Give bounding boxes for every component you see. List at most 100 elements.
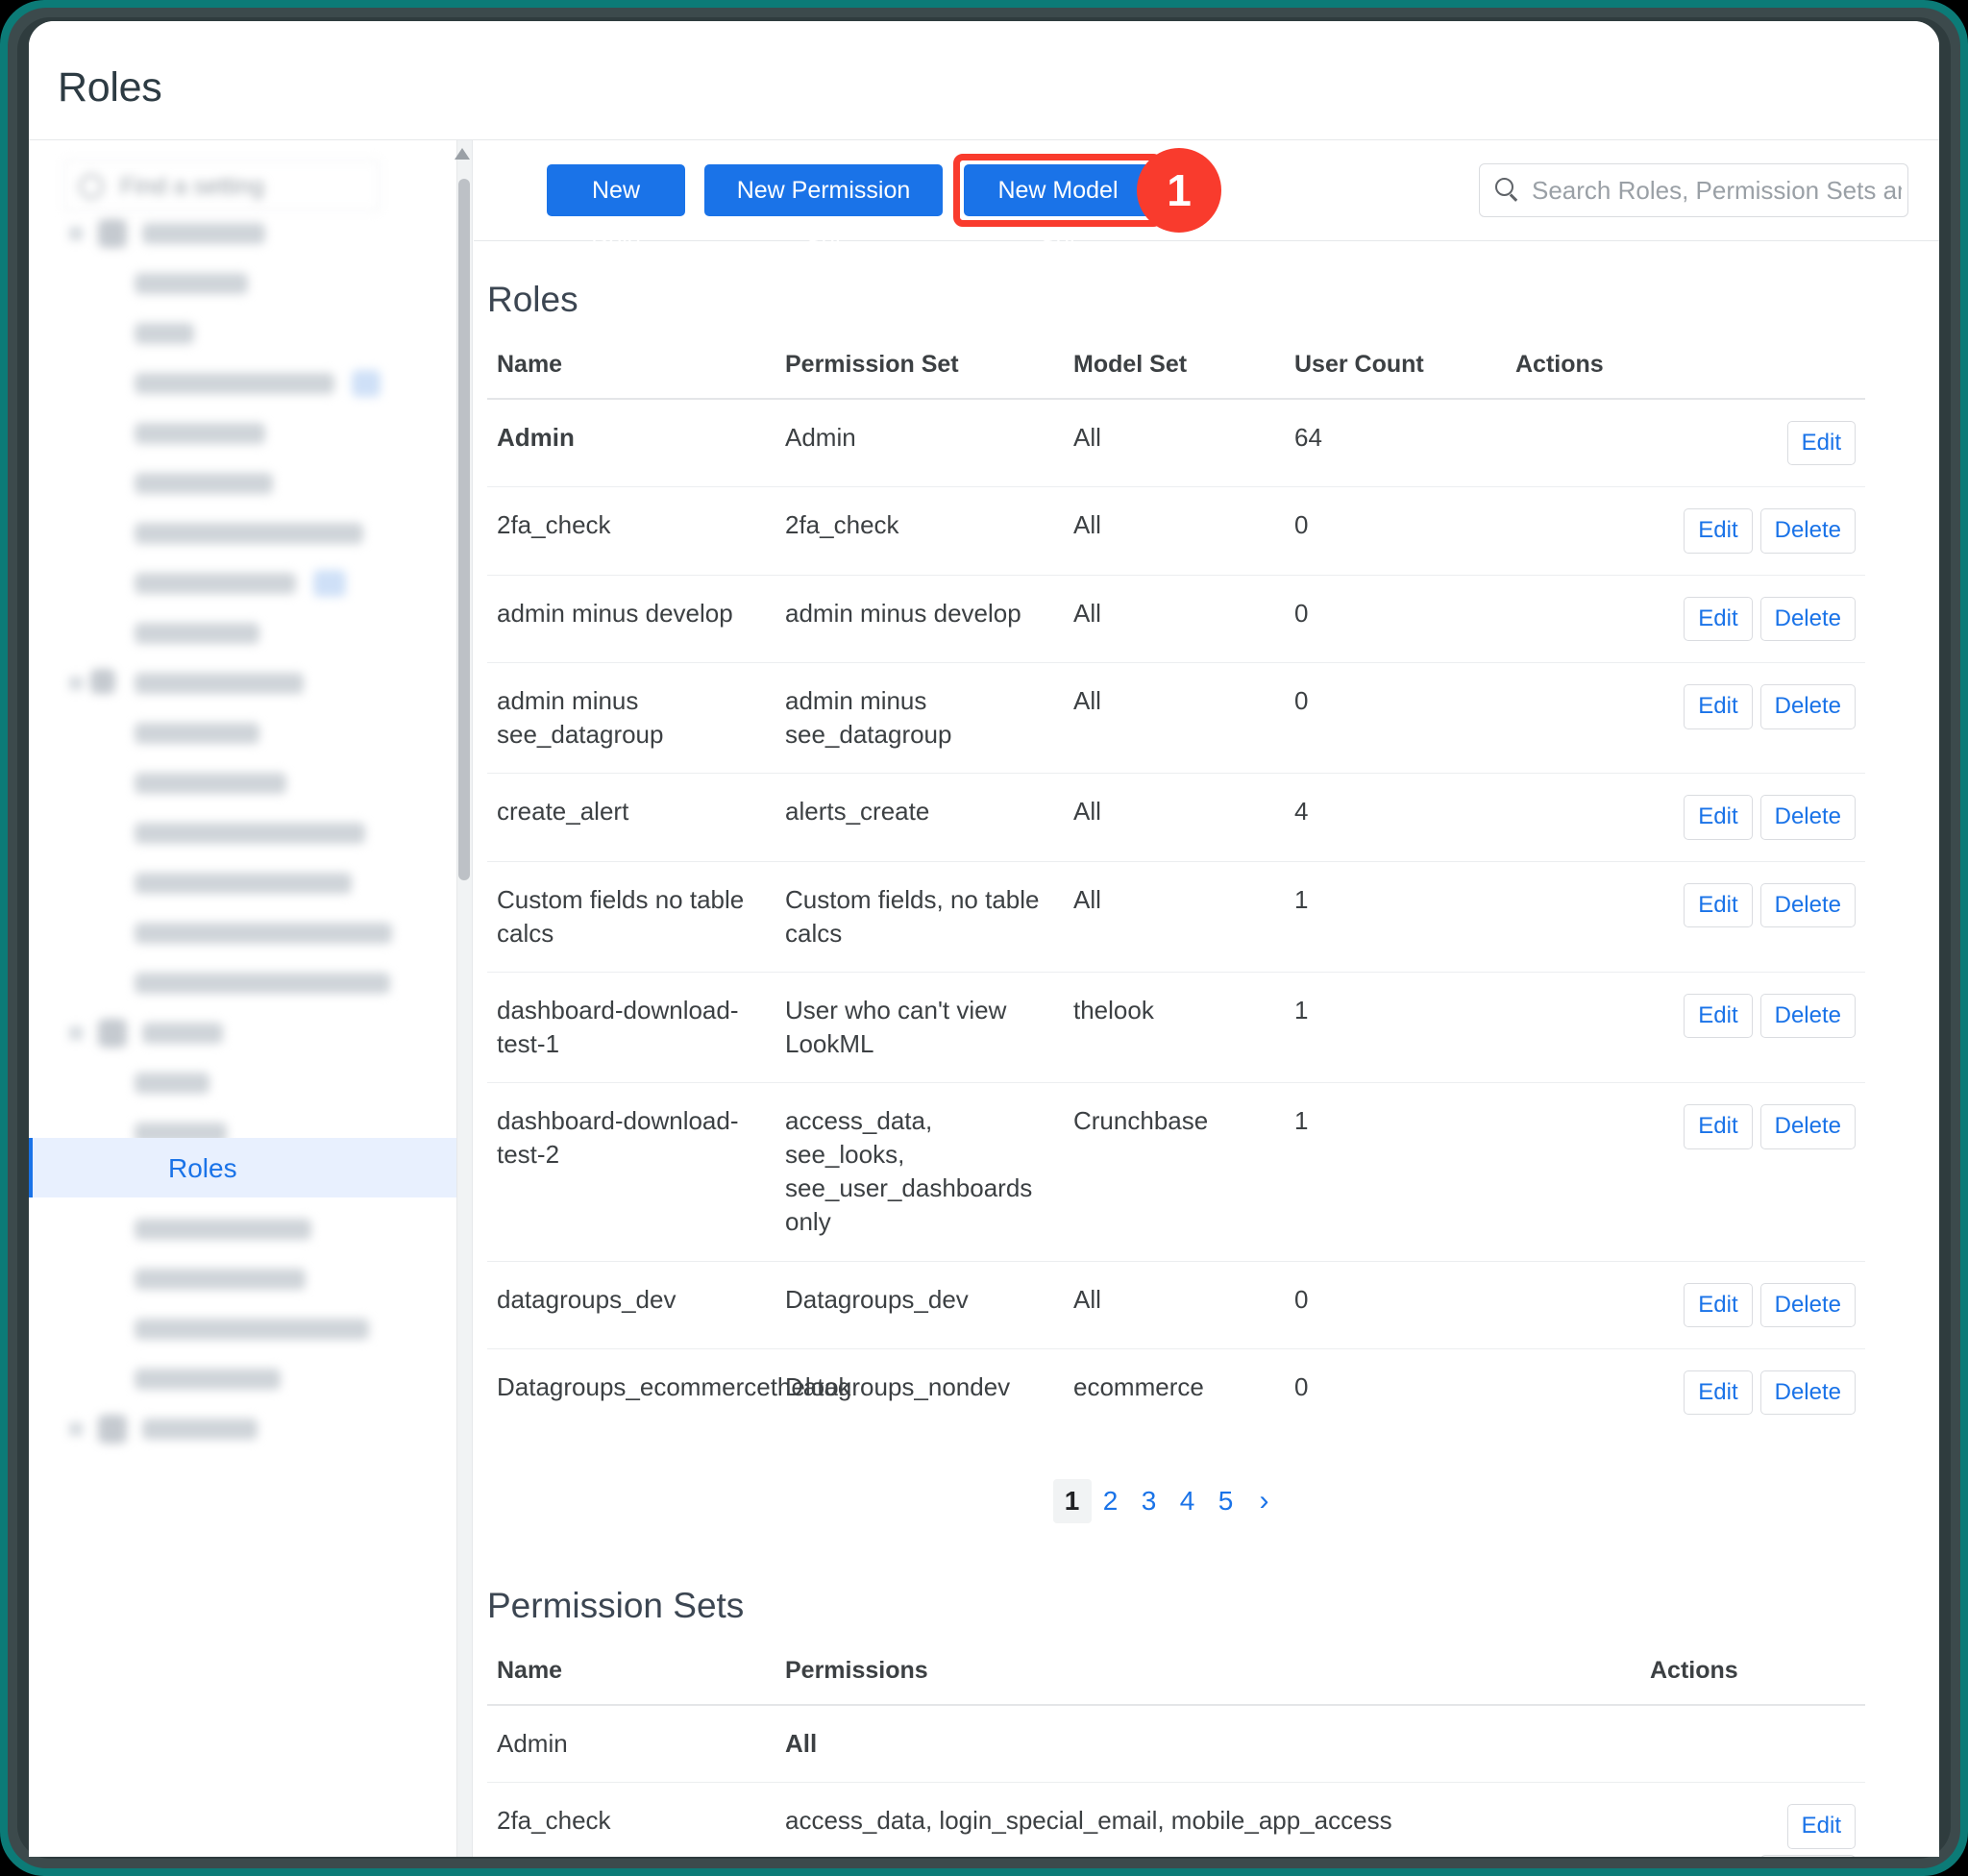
pagination-page-1[interactable]: 1 xyxy=(1053,1479,1092,1523)
permission-set-link-cell[interactable]: Datagroups_nondev xyxy=(775,1348,1064,1436)
sidebar-item-login-lockouts[interactable] xyxy=(29,1359,473,1399)
delete-button[interactable]: Delete xyxy=(1760,795,1856,839)
permission-set-link-cell[interactable]: Datagroups_dev xyxy=(775,1261,1064,1348)
edit-button[interactable]: Edit xyxy=(1787,1804,1856,1848)
device-frame-outer: Roles Find a setting xyxy=(0,0,1968,1876)
user-count-cell: 0 xyxy=(1285,1261,1506,1348)
sidebar-item-localization[interactable] xyxy=(29,613,473,654)
delete-button[interactable]: Delete xyxy=(1760,508,1856,553)
pagination-page-5[interactable]: 5 xyxy=(1207,1479,1245,1523)
model-set-link-cell[interactable]: All xyxy=(1064,774,1285,861)
edit-button[interactable]: Edit xyxy=(1684,994,1752,1038)
new-role-button[interactable]: New Role xyxy=(547,164,685,216)
sidebar-group-system-activity[interactable] xyxy=(29,663,473,704)
edit-button[interactable]: Edit xyxy=(1684,1370,1752,1415)
model-set-link-cell[interactable]: All xyxy=(1064,1261,1285,1348)
delete-button[interactable]: Delete xyxy=(1760,1104,1856,1148)
sidebar-item-users[interactable] xyxy=(29,1063,473,1103)
permission-set-link-cell[interactable]: admin minus see_datagroup xyxy=(775,663,1064,774)
content-scroll-area[interactable]: Roles Name Permission Set Model Set User… xyxy=(474,241,1939,1857)
table-row: dashboard-download-test-2access_data, se… xyxy=(487,1083,1865,1261)
edit-button[interactable]: Edit xyxy=(1787,421,1856,465)
edit-button[interactable]: Edit xyxy=(1684,883,1752,927)
delete-button[interactable]: Delete xyxy=(1760,883,1856,927)
model-set-link-cell[interactable]: All xyxy=(1064,575,1285,662)
sidebar-scrollbar-thumb[interactable] xyxy=(458,179,470,880)
sidebar-item-content-access[interactable] xyxy=(29,1209,473,1249)
user-count-cell: 0 xyxy=(1285,1348,1506,1436)
page-title: Roles xyxy=(58,64,161,111)
new-model-set-button[interactable]: New Model Set xyxy=(964,164,1152,216)
model-set-link-cell[interactable]: All xyxy=(1064,487,1285,575)
sidebar-item-instance-performance[interactable] xyxy=(29,863,473,903)
sidebar-item-labs[interactable] xyxy=(29,313,473,354)
model-set-link-cell[interactable]: All xyxy=(1064,399,1285,487)
delete-button[interactable]: Delete xyxy=(1760,994,1856,1038)
edit-button[interactable]: Edit xyxy=(1684,795,1752,839)
sidebar-item-settings[interactable] xyxy=(29,263,473,304)
permission-set-link-cell[interactable]: alerts_create xyxy=(775,774,1064,861)
permission-set-link-cell[interactable]: admin minus develop xyxy=(775,575,1064,662)
sidebar-item-user-attributes[interactable] xyxy=(29,1259,473,1299)
sidebar-item-errors-and-broken-content[interactable] xyxy=(29,963,473,1003)
scroll-up-arrow-icon[interactable] xyxy=(455,148,470,160)
pagination-next-icon[interactable]: › xyxy=(1245,1478,1284,1524)
permission-set-link-cell[interactable]: access_data, see_looks, see_user_dashboa… xyxy=(775,1083,1064,1261)
model-set-link-cell[interactable]: ecommerce xyxy=(1064,1348,1285,1436)
column-header-user-count: User Count xyxy=(1285,351,1506,399)
pagination-page-4[interactable]: 4 xyxy=(1168,1479,1207,1523)
ps-column-header-actions: Actions xyxy=(1640,1657,1865,1705)
edit-button[interactable]: Edit xyxy=(1684,684,1752,728)
permission-set-link-cell[interactable]: 2fa_check xyxy=(775,487,1064,575)
table-row: create_alertalerts_createAll4EditDelete xyxy=(487,774,1865,861)
pagination-page-3[interactable]: 3 xyxy=(1130,1479,1168,1523)
roles-pagination[interactable]: 12345› xyxy=(474,1478,1939,1524)
delete-button[interactable]: Delete xyxy=(1760,597,1856,641)
user-count-cell: 1 xyxy=(1285,972,1506,1082)
annotation-step-badge: 1 xyxy=(1137,148,1221,233)
sidebar-item-homepage[interactable] xyxy=(29,413,473,454)
model-set-link-cell[interactable]: Crunchbase xyxy=(1064,1083,1285,1261)
delete-button[interactable]: Delete xyxy=(1760,1855,1856,1857)
permission-set-link-cell[interactable]: Custom fields, no table calcs xyxy=(775,861,1064,972)
sidebar-item-legacy-features[interactable] xyxy=(29,363,473,404)
sidebar-item-database-performance[interactable] xyxy=(29,813,473,853)
permission-set-name-cell: Admin xyxy=(487,1705,775,1783)
sidebar-item-content-activity[interactable] xyxy=(29,763,473,803)
permission-set-link-cell[interactable]: User who can't view LookML xyxy=(775,972,1064,1082)
permission-sets-table: Name Permissions Actions AdminAll2fa_che… xyxy=(487,1657,1865,1857)
pagination-page-2[interactable]: 2 xyxy=(1092,1479,1130,1523)
delete-button[interactable]: Delete xyxy=(1760,1370,1856,1415)
settings-sidebar[interactable]: Find a setting xyxy=(29,140,473,1857)
row-actions-cell: EditDelete xyxy=(1506,575,1865,662)
sidebar-group-database[interactable] xyxy=(29,1409,473,1449)
sidebar-group-users[interactable] xyxy=(29,1013,473,1053)
sidebar-item-internal-help-resources[interactable] xyxy=(29,513,473,554)
sidebar-item-roles[interactable] xyxy=(29,1138,473,1197)
permissions-cell: All xyxy=(775,1705,1640,1783)
delete-button[interactable]: Delete xyxy=(1760,1283,1856,1327)
sidebar-item-support-access[interactable] xyxy=(29,563,473,604)
sidebar-group-general[interactable] xyxy=(29,213,473,254)
table-row: admin minus see_datagroupadmin minus see… xyxy=(487,663,1865,774)
new-permission-set-button[interactable]: New Permission Set xyxy=(704,164,943,216)
sidebar-item-private-label[interactable] xyxy=(29,463,473,504)
edit-button[interactable]: Edit xyxy=(1684,1283,1752,1327)
sidebar-item-custom-welcome-email[interactable] xyxy=(29,1309,473,1349)
model-set-link-cell[interactable]: All xyxy=(1064,663,1285,774)
model-set-link-cell[interactable]: All xyxy=(1064,861,1285,972)
sidebar-item-performance-recommender[interactable] xyxy=(29,913,473,953)
edit-button[interactable]: Edit xyxy=(1684,508,1752,553)
role-name-cell: admin minus develop xyxy=(487,575,775,662)
edit-button[interactable]: Edit xyxy=(1684,597,1752,641)
search-input[interactable] xyxy=(1532,164,1902,216)
delete-button[interactable]: Delete xyxy=(1760,684,1856,728)
edit-button[interactable]: Edit xyxy=(1684,1104,1752,1148)
column-header-actions: Actions xyxy=(1506,351,1865,399)
sidebar-scrollbar-track[interactable] xyxy=(456,140,472,1857)
model-set-link-cell[interactable]: thelook xyxy=(1064,972,1285,1082)
permission-set-link-cell[interactable]: Admin xyxy=(775,399,1064,487)
table-row: Custom fields no table calcsCustom field… xyxy=(487,861,1865,972)
sidebar-item-user-activity[interactable] xyxy=(29,713,473,753)
search-box[interactable] xyxy=(1479,163,1908,217)
